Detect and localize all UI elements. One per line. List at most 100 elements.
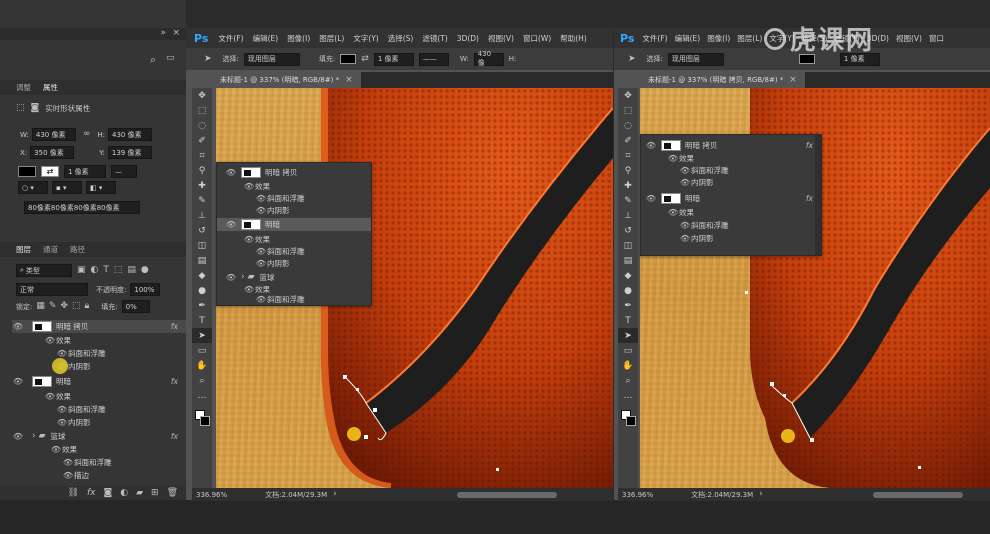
popup-layer-row[interactable]: 👁︎ 明暗 [217,218,371,231]
pen-tool-icon[interactable]: ✒ [618,298,638,313]
popup-layer-row[interactable]: 👁︎ 明暗 fx [641,192,821,205]
stroke-style-field[interactable]: —— [418,52,449,66]
crop-tool-icon[interactable]: ⌗ [618,148,638,163]
gradient-tool-icon[interactable]: ▤ [192,253,212,268]
stroke-swatch-icon[interactable]: ⇄ [41,166,59,177]
fill-swatch[interactable] [18,166,36,177]
healing-tool-icon[interactable]: ✚ [618,178,638,193]
eye-icon[interactable]: 👁︎ [667,154,679,163]
effects-row[interactable]: 👁︎ 效果 [12,390,186,403]
eye-icon[interactable]: 👁︎ [255,206,267,215]
filter-text-icon[interactable]: T [103,266,109,275]
add-mask-icon[interactable]: ◙ [104,488,113,498]
eye-icon[interactable]: 👁︎ [667,208,679,217]
stamp-tool-icon[interactable]: ⊥ [192,208,212,223]
workspace-icon[interactable]: ▭ [166,54,175,63]
y-field[interactable]: 139 像素 [107,146,152,159]
trash-icon[interactable]: 🗑︎ [167,488,178,498]
eye-icon[interactable]: 👁︎ [255,194,267,203]
eye-icon[interactable]: 👁︎ [679,166,691,175]
stroke-width-field[interactable]: 1 像素 [373,52,414,66]
scrollbar-h[interactable] [872,491,963,498]
popup-effects-row[interactable]: 👁︎ 效果 [641,206,821,219]
group-row[interactable]: 👁︎ › ▰ 篮球 fx [12,430,186,443]
menu-window[interactable]: 窗口(W) [523,33,551,44]
tab-properties[interactable]: 属性 [43,82,58,93]
path-select-tool-icon[interactable]: ➤ [192,328,212,343]
fx-icon[interactable]: fx [171,432,178,441]
path-select-tool-icon[interactable]: ➤ [618,328,638,343]
gradient-tool-icon[interactable]: ▤ [618,253,638,268]
eraser-tool-icon[interactable]: ◫ [192,238,212,253]
eye-icon[interactable]: 👁︎ [225,220,237,229]
corners-field[interactable]: 80像素80像素80像素80像素 [24,201,140,214]
select-dropdown[interactable]: 现用图层 [667,52,724,66]
type-tool-icon[interactable]: T [192,313,212,328]
menu-filter[interactable]: 滤镜(T) [422,33,447,44]
effect-row[interactable]: 👁︎ 斜面和浮雕 [12,403,186,416]
effects-row[interactable]: 👁︎ 效果 [12,443,186,456]
menu-layer[interactable]: 图层(L) [737,33,762,44]
eye-icon[interactable]: 👁︎ [44,392,56,401]
fx-add-icon[interactable]: fx [87,488,96,498]
tab-layers[interactable]: 图层 [16,244,31,255]
quick-select-tool-icon[interactable]: ✐ [618,133,638,148]
doc-tab[interactable]: 未标题-1 @ 337% (明暗, RGB/8#) * × [212,72,361,88]
lock-move-icon[interactable]: ✥ [60,302,68,311]
brush-tool-icon[interactable]: ✎ [618,193,638,208]
lasso-tool-icon[interactable]: ◌ [192,118,212,133]
crop-tool-icon[interactable]: ⌗ [192,148,212,163]
popup-effect-row[interactable]: 👁︎ 内阴影 [217,204,371,217]
effect-row[interactable]: 👁︎ 内阴影 [12,360,186,373]
zoom-tool-icon[interactable]: ⌕ [618,373,638,388]
fill-swatch[interactable] [340,54,357,64]
menu-type[interactable]: 文字(Y) [353,33,378,44]
lock-paint-icon[interactable]: ✎ [49,302,57,311]
color-swatches[interactable] [192,407,212,437]
fx-icon[interactable]: fx [806,141,813,150]
lock-artboard-icon[interactable]: ⬚ [72,302,81,311]
tab-channels[interactable]: 通道 [43,244,58,255]
popup-effect-row[interactable]: 👁︎ 内阴影 [641,176,821,189]
menu-edit[interactable]: 编辑(E) [675,33,701,44]
menu-file[interactable]: 文件(F) [218,33,243,44]
more-tools-icon[interactable]: … [618,388,638,403]
hand-tool-icon[interactable]: ✋ [618,358,638,373]
eye-icon[interactable]: 👁︎ [255,259,267,268]
filter-adjust-icon[interactable]: ◐ [91,266,99,275]
popup-effect-row[interactable]: 👁︎ 斜面和浮雕 [217,294,371,305]
fill-field[interactable]: 0% [121,300,150,313]
marquee-tool-icon[interactable]: ⬚ [618,103,638,118]
eye-icon[interactable]: 👁︎ [645,194,657,203]
color-swatches[interactable] [618,407,638,437]
menu-image[interactable]: 图像(I) [707,33,730,44]
stroke-swatch-icon[interactable]: ⇄ [361,54,369,64]
eye-icon[interactable]: 👁︎ [12,377,24,386]
doc-tab[interactable]: 未标题-1 @ 337% (明暗 拷贝, RGB/8#) * × [640,72,805,88]
menu-file[interactable]: 文件(F) [642,33,667,44]
filter-smart-icon[interactable]: ▤ [127,266,136,275]
eye-icon[interactable]: 👁︎ [56,418,68,427]
lock-pixels-icon[interactable]: ▦ [36,302,45,311]
eye-icon[interactable]: 👁︎ [62,458,74,467]
zoom-readout[interactable]: 336.96% [622,491,653,499]
eye-icon[interactable]: 👁︎ [44,336,56,345]
collapse-icon[interactable]: » [160,29,166,38]
close-icon[interactable]: × [172,29,180,38]
new-layer-icon[interactable]: ⊞ [151,488,159,498]
eye-icon[interactable]: 👁︎ [679,221,691,230]
effect-row[interactable]: 👁︎ 斜面和浮雕 [12,347,186,360]
cap-dropdown[interactable]: ▪ ▾ [52,181,82,194]
eye-icon[interactable]: 👁︎ [255,295,267,304]
tab-adjustments[interactable]: 调整 [16,82,31,93]
brush-tool-icon[interactable]: ✎ [192,193,212,208]
quick-select-tool-icon[interactable]: ✐ [192,133,212,148]
chevron-right-icon[interactable]: › [32,432,36,441]
fx-icon[interactable]: fx [171,322,178,331]
type-tool-icon[interactable]: T [618,313,638,328]
menu-help[interactable]: 帮助(H) [560,33,587,44]
shape-tool-icon[interactable]: ▭ [618,343,638,358]
effect-row[interactable]: 👁︎ 内阴影 [12,416,186,429]
layer-row[interactable]: 👁︎ 明暗 拷贝 fx [12,320,186,333]
history-brush-icon[interactable]: ↺ [192,223,212,238]
